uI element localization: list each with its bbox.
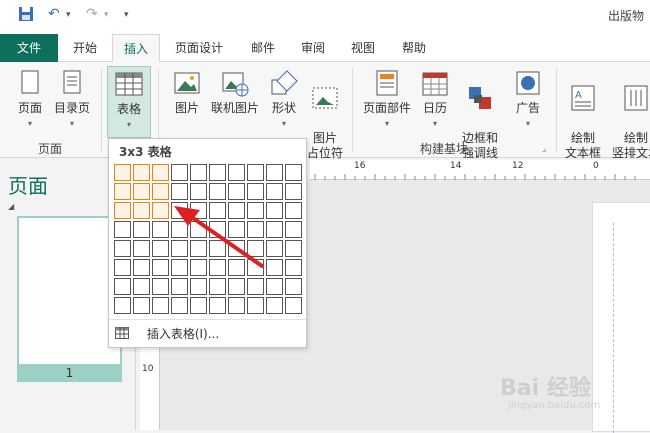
watermark-logo: Bai 经验 bbox=[500, 376, 591, 401]
watermark-url: jingyan.baidu.com bbox=[508, 400, 601, 411]
annotation-arrow bbox=[174, 206, 264, 268]
